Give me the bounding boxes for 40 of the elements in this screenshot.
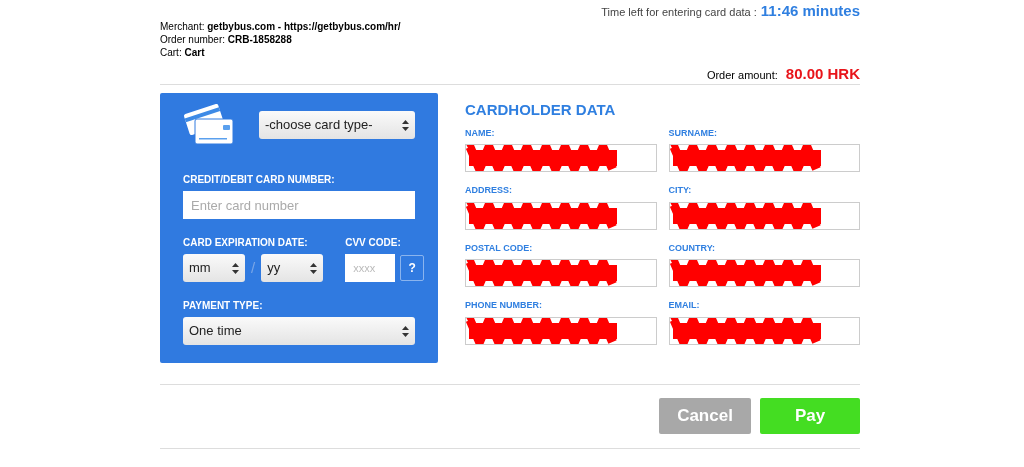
year-select[interactable]: yy bbox=[261, 254, 324, 282]
order-info-text: Merchant: getbybus.com - https://getbybus.com/hr/ bbox=[160, 20, 402, 33]
text-field[interactable] bbox=[668, 201, 860, 230]
field-label: SURNAME: bbox=[668, 126, 718, 140]
text-field[interactable] bbox=[668, 259, 860, 287]
month-select[interactable]: mm bbox=[183, 254, 245, 282]
text-field[interactable] bbox=[465, 201, 657, 230]
help-button[interactable]: ? bbox=[400, 255, 425, 281]
card-number-field[interactable]: Enter card number bbox=[183, 191, 415, 219]
field-label: EMAIL: bbox=[668, 299, 701, 312]
updown-icon bbox=[232, 262, 239, 274]
field-label: CARD EXPIRATION DATE: bbox=[183, 236, 309, 250]
field-label: CREDIT/DEBIT CARD NUMBER: bbox=[183, 173, 336, 187]
field-label: NAME: bbox=[465, 126, 496, 140]
text-field[interactable] bbox=[668, 144, 860, 172]
cvv-field[interactable]: xxxx bbox=[345, 254, 396, 282]
text-field[interactable] bbox=[668, 316, 860, 345]
order-info-text: Cart: Cart bbox=[160, 46, 206, 59]
order-info-text: Order number: CRB-1858288 bbox=[160, 33, 293, 46]
field-label: COUNTRY: bbox=[668, 241, 716, 255]
card-type-select[interactable]: -choose card type- bbox=[259, 111, 415, 139]
timer-value: 11:46 minutes bbox=[760, 1, 860, 21]
updown-icon bbox=[310, 262, 318, 274]
field-label: CVV CODE: bbox=[345, 236, 402, 250]
timer-label: Time left for entering card data : bbox=[601, 5, 757, 20]
updown-icon bbox=[402, 325, 409, 337]
updown-icon bbox=[402, 119, 409, 131]
amount-value: 80.00 HRK bbox=[785, 64, 860, 84]
field-label: PHONE NUMBER: bbox=[465, 299, 543, 312]
amount-label: Order amount: bbox=[706, 68, 778, 83]
field-label: POSTAL CODE: bbox=[465, 241, 534, 255]
text-field[interactable] bbox=[465, 144, 657, 172]
field-label: CITY: bbox=[668, 184, 693, 197]
field-label: ADDRESS: bbox=[465, 184, 513, 197]
payment-type-select[interactable]: One time bbox=[183, 317, 415, 345]
text-field[interactable] bbox=[465, 259, 657, 287]
text-field[interactable] bbox=[465, 316, 657, 345]
field-label: PAYMENT TYPE: bbox=[183, 299, 264, 313]
date-separator: / bbox=[251, 257, 256, 278]
section-title: CARDHOLDER DATA bbox=[465, 100, 617, 120]
